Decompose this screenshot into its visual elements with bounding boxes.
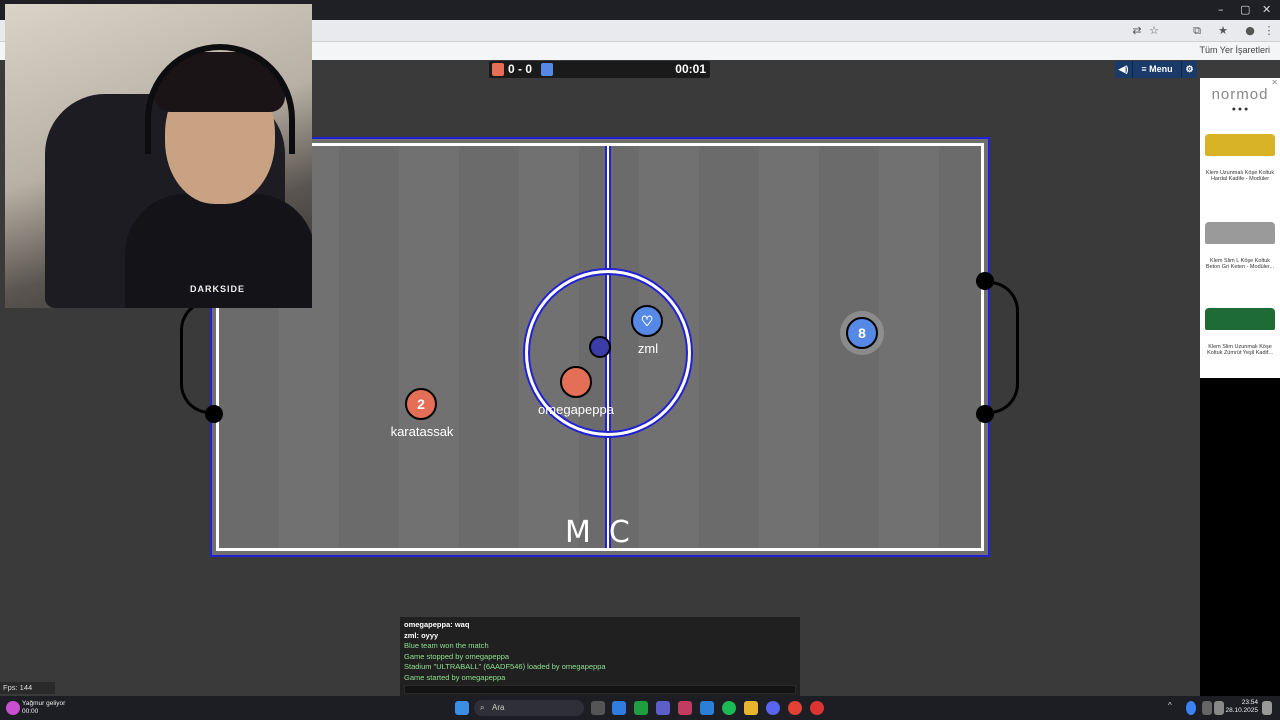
chat-input[interactable] (404, 685, 796, 694)
taskbar-search[interactable]: ⌕ Ara (474, 700, 584, 716)
search-icon: ⌕ (480, 703, 485, 712)
menu-button[interactable]: ≡ Menu (1134, 61, 1180, 78)
chat-notice: Game started by omegapeppa (404, 673, 506, 682)
chat-notice: Game stopped by omegapeppa (404, 652, 510, 661)
weather-widget[interactable]: Yağmur geliyor 00:00 (22, 700, 65, 716)
ad-brand[interactable]: normod (1200, 86, 1280, 103)
fps-counter: Fps: 144 (0, 682, 55, 694)
ad-product[interactable]: Klem Slim Uzunmalı Köşe Koltuk Zümrüt Ye… (1200, 308, 1280, 356)
left-goal-post (205, 405, 223, 423)
sofa-image[interactable] (1205, 222, 1275, 244)
tray-app-icon[interactable] (1186, 701, 1196, 715)
minimize-button[interactable]: – (1218, 3, 1224, 16)
score-text: 0 - 0 (508, 62, 533, 76)
blue-team-indicator (541, 63, 553, 76)
gear-icon[interactable]: ⚙ (1181, 61, 1197, 78)
taskbar-clock[interactable]: 23:54 28.10.2025 (1225, 699, 1258, 715)
clock-date: 28.10.2025 (1225, 707, 1258, 714)
weather-icon[interactable] (6, 701, 20, 715)
player-avatar: ♡ (631, 305, 663, 337)
profile-icon[interactable]: ● (1243, 24, 1257, 38)
right-goal-post-bottom (976, 405, 994, 423)
bookmark-icon[interactable]: ★ (1216, 24, 1230, 38)
player-name: karatassak (390, 424, 454, 439)
store-icon[interactable] (700, 701, 714, 715)
ad-empty-area (1200, 378, 1280, 696)
ad-product-caption[interactable]: Klem Uzunmalı Köşe Koltuk Hardal Kadife … (1200, 170, 1280, 182)
translate-icon[interactable]: ⇄ (1130, 24, 1144, 38)
sofa-image[interactable] (1205, 134, 1275, 156)
ad-product[interactable]: Klem Slim L Köşe Koltuk Beton Gri Keten … (1200, 222, 1280, 270)
all-bookmarks-link[interactable]: Tüm Yer İşaretleri (1199, 45, 1270, 55)
extensions-icon[interactable]: ⧉ (1190, 24, 1204, 38)
weather-sub: 00:00 (22, 708, 39, 715)
left-goal (180, 300, 214, 414)
search-placeholder: Ara (492, 703, 505, 712)
screen: – ▢ ✕ ⇄ ☆ ⧉ ★ ● ⋮ Tüm Yer İşaretleri 0 -… (0, 0, 1280, 720)
snipping-icon[interactable] (678, 701, 692, 715)
pitch-logo: MC (565, 515, 648, 550)
ad-product-caption[interactable]: Klem Slim Uzunmalı Köşe Koltuk Zümrüt Ye… (1200, 344, 1280, 356)
player-avatar (560, 366, 592, 398)
close-window-button[interactable]: ✕ (1262, 3, 1271, 16)
taskbar: Yağmur geliyor 00:00 ⌕ Ara ^ 23:54 28.10… (0, 696, 1280, 720)
right-goal-post-top (976, 272, 994, 290)
task-view-icon[interactable] (591, 701, 605, 715)
chat-box: omegapeppa: waq zml: oyyy Blue team won … (400, 617, 800, 696)
sofa-image[interactable] (1205, 308, 1275, 330)
clock-time: 23:54 (1241, 699, 1258, 706)
shirt-print: DARKSIDE (190, 284, 246, 294)
match-timer: 00:01 (675, 62, 706, 76)
player-avatar: 2 (405, 388, 437, 420)
tray-chevron-icon[interactable]: ^ (1168, 701, 1178, 715)
ad-product[interactable]: Klem Uzunmalı Köşe Koltuk Hardal Kadife … (1200, 134, 1280, 182)
speaker-icon[interactable]: ◀) (1115, 61, 1133, 78)
player-name: omegapeppa (538, 402, 614, 417)
network-icon[interactable] (1202, 701, 1212, 715)
app-icon[interactable] (810, 701, 824, 715)
teams-icon[interactable] (656, 701, 670, 715)
ad-banner[interactable]: ✕ normod ● ● ● Klem Uzunmalı Köşe Koltuk… (1200, 78, 1280, 378)
ad-product-caption[interactable]: Klem Slim L Köşe Koltuk Beton Gri Keten … (1200, 258, 1280, 270)
spotify-icon[interactable] (722, 701, 736, 715)
xbox-icon[interactable] (634, 701, 648, 715)
game-top-menu: ◀) ≡ Menu ⚙ (1115, 61, 1197, 78)
chat-notice: Stadium "ULTRABALL" (6AADF546) loaded by… (404, 662, 606, 671)
weather-text: Yağmur geliyor (22, 700, 66, 707)
webcam-overlay: DARKSIDE (5, 4, 312, 308)
scoreboard: 0 - 0 00:01 (489, 61, 710, 78)
right-goal (985, 281, 1019, 414)
player-avatar-self: 8 (846, 317, 878, 349)
chrome-icon[interactable] (788, 701, 802, 715)
volume-icon[interactable] (1214, 701, 1224, 715)
notification-icon[interactable] (1262, 701, 1272, 715)
chat-message: zml: oyyy (404, 631, 439, 640)
maximize-button[interactable]: ▢ (1240, 3, 1250, 16)
chat-message: omegapeppa: waq (404, 620, 470, 629)
windows-start-icon[interactable] (455, 701, 469, 715)
discord-icon[interactable] (766, 701, 780, 715)
edge-icon[interactable] (612, 701, 626, 715)
more-menu-icon[interactable]: ⋮ (1262, 24, 1276, 38)
ball (589, 336, 611, 358)
chat-notice: Blue team won the match (404, 641, 489, 650)
star-icon[interactable]: ☆ (1147, 24, 1161, 38)
ad-carousel-dots[interactable]: ● ● ● (1200, 106, 1280, 113)
red-team-indicator (492, 63, 504, 76)
headset (145, 44, 295, 154)
explorer-icon[interactable] (744, 701, 758, 715)
